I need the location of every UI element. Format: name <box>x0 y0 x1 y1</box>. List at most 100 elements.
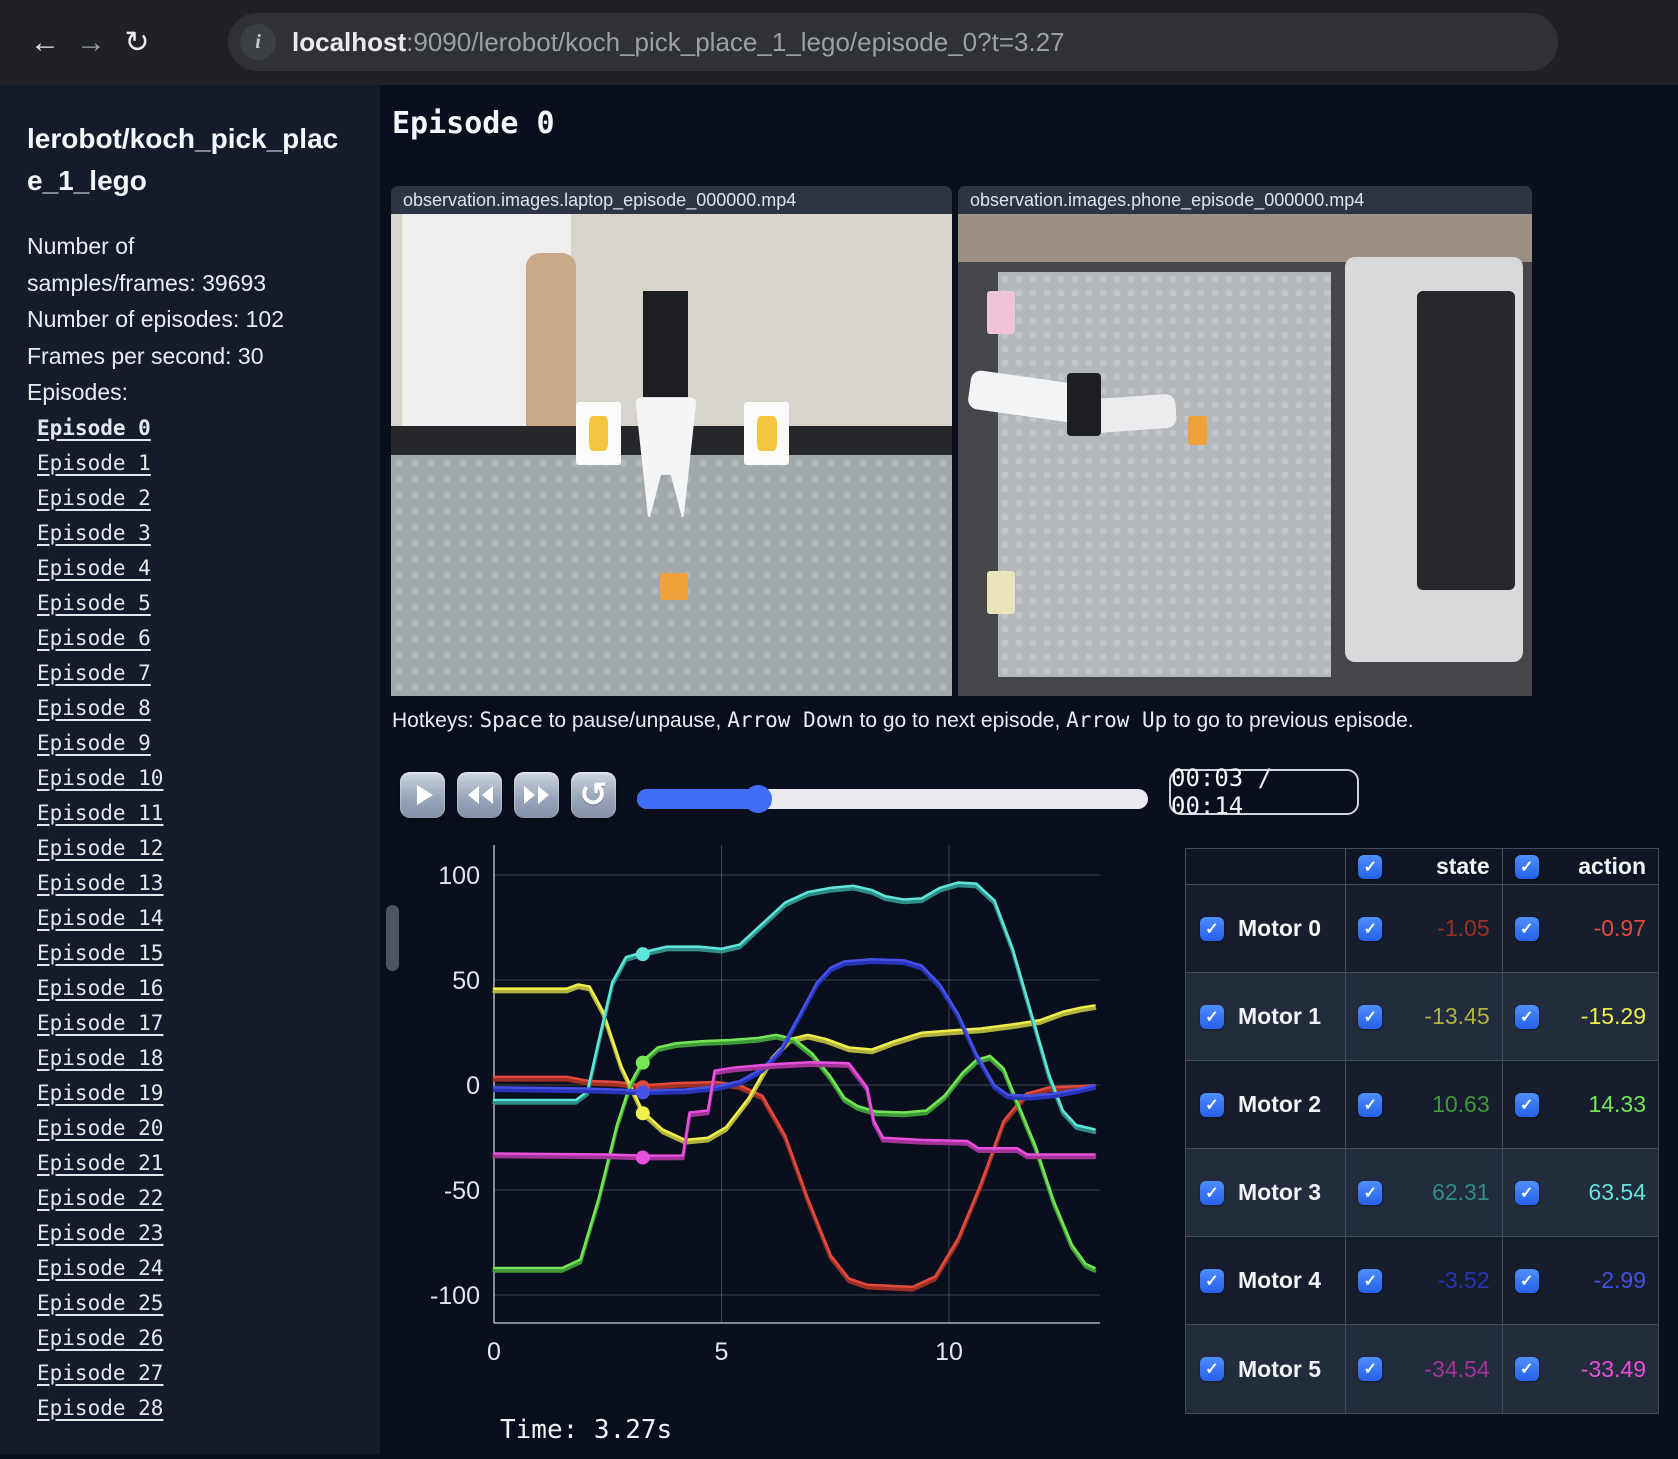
episode-link-episode-18[interactable]: Episode 18 <box>37 1046 163 1070</box>
episode-link-episode-4[interactable]: Episode 4 <box>37 556 151 580</box>
table-header-row: ✓ state ✓ action <box>1186 849 1658 885</box>
checkbox[interactable]: ✓ <box>1514 1180 1539 1205</box>
checkbox[interactable]: ✓ <box>1358 1092 1383 1117</box>
app: ← → ↻ i localhost:9090/lerobot/koch_pick… <box>0 0 1678 1454</box>
checkbox[interactable]: ✓ <box>1514 1092 1539 1117</box>
episode-link-episode-27[interactable]: Episode 27 <box>37 1361 163 1385</box>
state-value: -34.54 <box>1424 1355 1490 1382</box>
episode-list-item: Episode 2 <box>27 482 380 517</box>
episode-list-item: Episode 10 <box>27 762 380 797</box>
fast-forward-button[interactable] <box>514 772 559 818</box>
episode-link-episode-17[interactable]: Episode 17 <box>37 1011 163 1035</box>
chart-tick-label: 10 <box>935 1338 963 1366</box>
episode-link-episode-24[interactable]: Episode 24 <box>37 1256 163 1280</box>
episode-link-episode-20[interactable]: Episode 20 <box>37 1116 163 1140</box>
episode-link-episode-28[interactable]: Episode 28 <box>37 1396 163 1420</box>
stat-line: Frames per second: 30 <box>27 342 264 369</box>
video-title-phone: observation.images.phone_episode_000000.… <box>958 186 1532 214</box>
video-placeholder-lego-block <box>1187 416 1208 446</box>
checkbox[interactable]: ✓ <box>1200 916 1224 941</box>
checkbox[interactable]: ✓ <box>1200 1004 1224 1029</box>
hotkey-key: Arrow Up <box>1066 708 1168 732</box>
episode-link-episode-3[interactable]: Episode 3 <box>37 521 151 545</box>
episode-link-episode-25[interactable]: Episode 25 <box>37 1291 163 1315</box>
dataset-title: lerobot/koch_pick_place_1_lego <box>27 123 339 196</box>
episode-link-episode-13[interactable]: Episode 13 <box>37 871 163 895</box>
episode-link-episode-7[interactable]: Episode 7 <box>37 661 151 685</box>
episode-list-item: Episode 25 <box>27 1287 380 1322</box>
state-value: -13.45 <box>1424 1003 1490 1029</box>
play-button[interactable] <box>400 772 445 818</box>
episode-list-item: Episode 26 <box>27 1322 380 1357</box>
episode-link-episode-10[interactable]: Episode 10 <box>37 766 163 790</box>
checkbox[interactable]: ✓ <box>1200 1180 1224 1205</box>
checkbox[interactable]: ✓ <box>1514 854 1539 879</box>
episode-link-episode-11[interactable]: Episode 11 <box>37 801 163 825</box>
motor-row: ✓ Motor 1 ✓ -13.45 ✓ -15.29 <box>1186 973 1658 1061</box>
checkbox[interactable]: ✓ <box>1358 854 1383 879</box>
episode-link-episode-9[interactable]: Episode 9 <box>37 731 151 755</box>
current-time-marker <box>635 1150 650 1165</box>
video-placeholder-floor <box>958 214 1532 263</box>
rewind-button[interactable] <box>457 772 502 818</box>
rewind-icon <box>467 786 493 804</box>
time-display: 00:03 / 00:14 <box>1169 764 1359 820</box>
action-value-cell: ✓ -0.97 <box>1501 885 1658 972</box>
episode-link-episode-6[interactable]: Episode 6 <box>37 626 151 650</box>
episode-list-item: Episode 23 <box>27 1217 380 1252</box>
video-phone <box>958 214 1532 696</box>
checkbox[interactable]: ✓ <box>1358 1180 1383 1205</box>
episode-link-episode-12[interactable]: Episode 12 <box>37 836 163 860</box>
episode-link-episode-23[interactable]: Episode 23 <box>37 1221 163 1245</box>
url-bar[interactable]: i localhost:9090/lerobot/koch_pick_place… <box>228 13 1558 71</box>
checkbox[interactable]: ✓ <box>1358 1004 1383 1029</box>
site-info-icon[interactable]: i <box>240 24 276 60</box>
motor-name: Motor 5 <box>1238 1355 1322 1382</box>
episode-list-item: Episode 18 <box>27 1042 380 1077</box>
hotkey-text: to go to next episode, <box>853 709 1067 732</box>
episode-list-item: Episode 13 <box>27 867 380 902</box>
action-value: -15.29 <box>1580 1003 1646 1029</box>
checkbox[interactable]: ✓ <box>1200 1357 1224 1381</box>
episode-link-episode-14[interactable]: Episode 14 <box>37 906 163 930</box>
checkbox[interactable]: ✓ <box>1358 1268 1383 1293</box>
episode-link-episode-22[interactable]: Episode 22 <box>37 1186 163 1210</box>
loop-button[interactable]: ↺ <box>571 772 616 818</box>
checkbox[interactable]: ✓ <box>1514 1268 1539 1293</box>
forward-icon[interactable]: → <box>68 26 114 60</box>
chart-tick-label: 0 <box>487 1338 501 1366</box>
video-placeholder-robot-joint <box>1067 373 1102 436</box>
episode-link-episode-5[interactable]: Episode 5 <box>37 591 151 615</box>
state-value-cell: ✓ -3.52 <box>1345 1237 1501 1324</box>
hotkey-key: Arrow Down <box>727 708 854 732</box>
episode-link-episode-15[interactable]: Episode 15 <box>37 941 163 965</box>
episode-list-item: Episode 27 <box>27 1357 380 1392</box>
state-value: 10.63 <box>1432 1091 1490 1117</box>
episode-link-episode-0[interactable]: Episode 0 <box>37 416 151 440</box>
checkbox[interactable]: ✓ <box>1358 1357 1383 1381</box>
motor-name: Motor 0 <box>1238 915 1322 941</box>
episode-link-episode-8[interactable]: Episode 8 <box>37 696 151 720</box>
episode-link-episode-19[interactable]: Episode 19 <box>37 1081 163 1105</box>
checkbox[interactable]: ✓ <box>1200 1268 1224 1293</box>
checkbox[interactable]: ✓ <box>1514 1004 1539 1029</box>
seek-slider[interactable] <box>637 785 1148 813</box>
episode-link-episode-21[interactable]: Episode 21 <box>37 1151 163 1175</box>
episode-link-episode-26[interactable]: Episode 26 <box>37 1326 163 1350</box>
checkbox[interactable]: ✓ <box>1200 1092 1224 1117</box>
episode-list-item: Episode 6 <box>27 622 380 657</box>
episode-list-item: Episode 28 <box>27 1392 380 1427</box>
chart-line-motor-4 <box>492 960 1097 1101</box>
seek-slider-thumb[interactable] <box>744 785 772 813</box>
episode-list-item: Episode 3 <box>27 517 380 552</box>
checkbox[interactable]: ✓ <box>1514 1357 1539 1381</box>
checkbox[interactable]: ✓ <box>1514 916 1539 941</box>
episode-link-episode-16[interactable]: Episode 16 <box>37 976 163 1000</box>
episode-link-episode-1[interactable]: Episode 1 <box>37 451 151 475</box>
back-icon[interactable]: ← <box>22 26 68 60</box>
reload-icon[interactable]: ↻ <box>114 25 160 60</box>
episode-list-item: Episode 4 <box>27 552 380 587</box>
episode-link-episode-2[interactable]: Episode 2 <box>37 486 151 510</box>
episode-list-item: Episode 5 <box>27 587 380 622</box>
checkbox[interactable]: ✓ <box>1358 916 1383 941</box>
